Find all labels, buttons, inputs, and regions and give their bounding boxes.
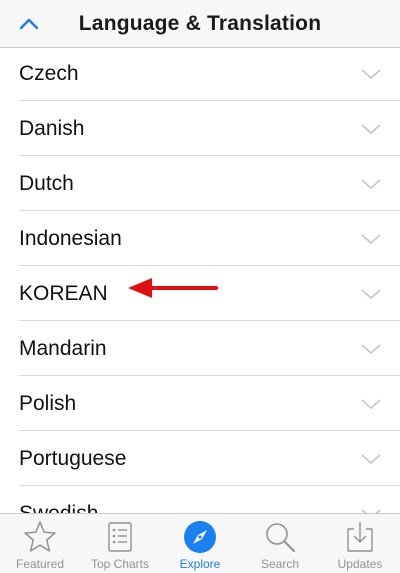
nav-header: Language & Translation: [0, 0, 400, 48]
chevron-down-icon: [361, 288, 381, 299]
compass-icon: [184, 521, 216, 553]
page-title: Language & Translation: [78, 12, 322, 35]
search-icon: [266, 523, 295, 552]
tab-label: Search: [260, 557, 300, 571]
tab-label: Featured: [15, 557, 65, 571]
list-item-dutch[interactable]: Dutch: [0, 156, 400, 211]
list-item-mandarin[interactable]: Mandarin: [0, 321, 400, 376]
download-tray-icon: [347, 522, 373, 552]
list-item-czech[interactable]: Czech: [0, 48, 400, 101]
red-arrow-left-icon: [128, 278, 218, 298]
tab-featured[interactable]: Featured: [0, 514, 80, 573]
tab-label: Updates: [337, 557, 383, 571]
list-item-label: Polish: [19, 391, 77, 415]
list-item-swedish[interactable]: Swedish: [0, 486, 400, 513]
list-item-label: Dutch: [19, 171, 74, 195]
chevron-down-icon: [361, 123, 381, 134]
tab-label: Top Charts: [90, 557, 150, 571]
chevron-down-icon: [361, 233, 381, 244]
list-item-polish[interactable]: Polish: [0, 376, 400, 431]
chevron-down-icon: [361, 178, 381, 189]
tab-search[interactable]: Search: [240, 514, 320, 573]
list-item-indonesian[interactable]: Indonesian: [0, 211, 400, 266]
list-item-label: KOREAN: [19, 281, 108, 305]
list-item-label: Mandarin: [19, 336, 107, 360]
list-item-label: Portuguese: [19, 446, 127, 470]
chevron-down-icon: [361, 453, 381, 464]
tab-updates[interactable]: Updates: [320, 514, 400, 573]
app-screen: Language & Translation Czech Danish Dutc…: [0, 0, 400, 573]
tab-explore[interactable]: Explore: [160, 514, 240, 573]
list-item-label: Danish: [19, 116, 85, 140]
tab-top-charts[interactable]: Top Charts: [80, 514, 160, 573]
list-item-label: Swedish: [19, 501, 99, 514]
chevron-down-icon: [361, 68, 381, 79]
chevron-down-icon: [361, 343, 381, 354]
list-icon: [108, 522, 132, 552]
list-item-label: Czech: [19, 61, 79, 85]
list-item-danish[interactable]: Danish: [0, 101, 400, 156]
star-icon: [24, 521, 56, 552]
list-item-label: Indonesian: [19, 226, 122, 250]
chevron-down-icon: [361, 398, 381, 409]
tab-label: Explore: [179, 557, 221, 571]
tab-bar: Featured Top Charts Explore Search Updat…: [0, 513, 400, 573]
list-item-portuguese[interactable]: Portuguese: [0, 431, 400, 486]
